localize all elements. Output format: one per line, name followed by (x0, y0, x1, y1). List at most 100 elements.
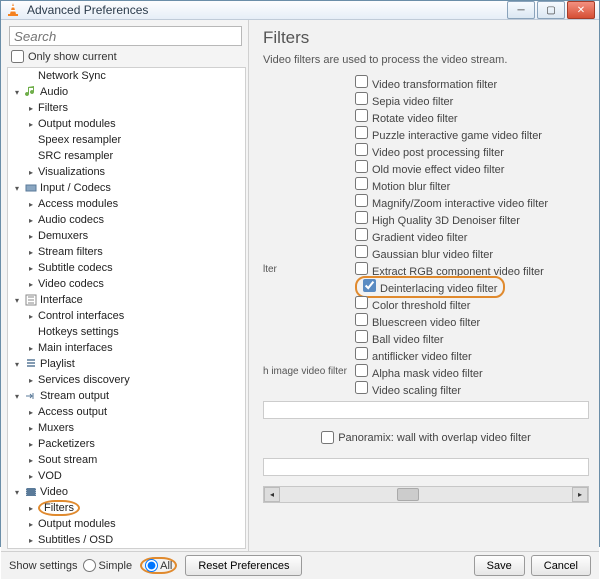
collapse-icon[interactable]: ▾ (12, 183, 22, 193)
tree-item[interactable]: ▸Muxers (8, 420, 245, 436)
filter-row[interactable]: Color threshold filter (263, 295, 589, 312)
filter-row[interactable]: Motion blur filter (263, 176, 589, 193)
filter-checkbox[interactable] (355, 194, 368, 207)
tree-item[interactable]: ▸Subtitle codecs (8, 260, 245, 276)
scroll-thumb[interactable] (397, 488, 419, 501)
tree-item[interactable]: Network Sync (8, 68, 245, 84)
filter-checkbox[interactable] (355, 330, 368, 343)
scroll-left-button[interactable]: ◂ (264, 487, 280, 502)
tree-item[interactable]: ▸Stream filters (8, 244, 245, 260)
simple-radio-label[interactable]: Simple (83, 559, 132, 572)
filter-checkbox[interactable] (355, 228, 368, 241)
close-button[interactable]: ✕ (567, 1, 595, 19)
only-show-current[interactable]: Only show current (11, 50, 242, 63)
filter-checkbox[interactable] (355, 296, 368, 309)
filter-checkbox[interactable] (355, 262, 368, 275)
tree-item[interactable]: ▸Audio codecs (8, 212, 245, 228)
text-field-1[interactable] (263, 401, 589, 419)
all-radio[interactable] (145, 559, 158, 572)
expand-icon[interactable]: ▸ (26, 231, 36, 241)
tree-item[interactable]: ▸Filters (8, 100, 245, 116)
collapse-icon[interactable]: ▾ (12, 391, 22, 401)
filter-checkbox[interactable] (355, 126, 368, 139)
tree-item[interactable]: ▾Interface (8, 292, 245, 308)
tree-item[interactable]: ▾Audio (8, 84, 245, 100)
collapse-icon[interactable]: ▾ (12, 87, 22, 97)
expand-icon[interactable]: ▸ (26, 199, 36, 209)
filter-row[interactable]: Puzzle interactive game video filter (263, 125, 589, 142)
expand-icon[interactable]: ▸ (26, 407, 36, 417)
filter-row[interactable]: h image video filterAlpha mask video fil… (263, 363, 589, 380)
expand-icon[interactable]: ▸ (26, 167, 36, 177)
text-field-2[interactable] (263, 458, 589, 476)
tree-item[interactable]: ▸Services discovery (8, 372, 245, 388)
cancel-button[interactable]: Cancel (531, 555, 591, 576)
tree-item[interactable]: ▾Input / Codecs (8, 180, 245, 196)
filter-checkbox[interactable] (355, 160, 368, 173)
save-button[interactable]: Save (474, 555, 525, 576)
filter-checkbox[interactable] (355, 364, 368, 377)
expand-icon[interactable]: ▸ (26, 455, 36, 465)
filter-row[interactable]: Ball video filter (263, 329, 589, 346)
filter-row[interactable]: antiflicker video filter (263, 346, 589, 363)
expand-icon[interactable]: ▸ (26, 247, 36, 257)
tree-item[interactable]: ▸Filters (8, 500, 245, 516)
collapse-icon[interactable]: ▾ (12, 295, 22, 305)
filter-checkbox[interactable] (355, 313, 368, 326)
tree-item[interactable]: ▸Video codecs (8, 276, 245, 292)
tree-item[interactable]: ▸Output modules (8, 116, 245, 132)
all-radio-label[interactable]: All (145, 559, 172, 572)
tree-item[interactable]: ▸Main interfaces (8, 340, 245, 356)
only-show-checkbox[interactable] (11, 50, 24, 63)
tree-item[interactable]: ▸Control interfaces (8, 308, 245, 324)
collapse-icon[interactable]: ▾ (12, 487, 22, 497)
filter-checkbox[interactable] (363, 279, 376, 292)
tree-item[interactable]: ▸Sout stream (8, 452, 245, 468)
filter-row[interactable]: High Quality 3D Denoiser filter (263, 210, 589, 227)
filter-row[interactable]: Sepia video filter (263, 91, 589, 108)
tree-item[interactable]: ▸Visualizations (8, 164, 245, 180)
expand-icon[interactable]: ▸ (26, 343, 36, 353)
expand-icon[interactable]: ▸ (26, 279, 36, 289)
filter-row[interactable]: Video post processing filter (263, 142, 589, 159)
filter-row[interactable]: Magnify/Zoom interactive video filter (263, 193, 589, 210)
collapse-icon[interactable]: ▾ (12, 359, 22, 369)
filter-checkbox[interactable] (355, 143, 368, 156)
tree-item[interactable]: Speex resampler (8, 132, 245, 148)
filter-row[interactable]: Video scaling filter (263, 380, 589, 397)
filter-row[interactable]: Rotate video filter (263, 108, 589, 125)
expand-icon[interactable]: ▸ (26, 535, 36, 545)
tree-item[interactable]: ▸Subtitles / OSD (8, 532, 245, 548)
tree-item[interactable]: ▸Output modules (8, 516, 245, 532)
filter-checkbox[interactable] (355, 109, 368, 122)
tree-item[interactable]: ▸Access modules (8, 196, 245, 212)
tree-item[interactable]: Hotkeys settings (8, 324, 245, 340)
tree-item[interactable]: ▸VOD (8, 468, 245, 484)
scroll-right-button[interactable]: ▸ (572, 487, 588, 502)
horizontal-scrollbar[interactable]: ◂ ▸ (263, 486, 589, 503)
minimize-button[interactable]: ─ (507, 1, 535, 19)
filter-checkbox[interactable] (355, 211, 368, 224)
tree-item[interactable]: SRC resampler (8, 148, 245, 164)
expand-icon[interactable]: ▸ (26, 311, 36, 321)
panoramix-row[interactable]: Panoramix: wall with overlap video filte… (263, 429, 589, 446)
expand-icon[interactable]: ▸ (26, 263, 36, 273)
search-input[interactable] (9, 26, 242, 46)
expand-icon[interactable]: ▸ (26, 503, 36, 513)
filter-row[interactable]: Bluescreen video filter (263, 312, 589, 329)
expand-icon[interactable]: ▸ (26, 215, 36, 225)
expand-icon[interactable]: ▸ (26, 439, 36, 449)
filter-checkbox[interactable] (355, 75, 368, 88)
panoramix-checkbox[interactable] (321, 431, 334, 444)
category-tree[interactable]: Network Sync▾Audio▸Filters▸Output module… (7, 67, 246, 549)
tree-item[interactable]: ▸Access output (8, 404, 245, 420)
expand-icon[interactable]: ▸ (26, 375, 36, 385)
expand-icon[interactable]: ▸ (26, 471, 36, 481)
tree-item[interactable]: ▾Playlist (8, 356, 245, 372)
filter-row[interactable]: Deinterlacing video filter (263, 278, 589, 295)
tree-item[interactable]: ▸Packetizers (8, 436, 245, 452)
expand-icon[interactable]: ▸ (26, 423, 36, 433)
scroll-track[interactable] (280, 487, 572, 502)
filter-checkbox[interactable] (355, 92, 368, 105)
expand-icon[interactable]: ▸ (26, 519, 36, 529)
